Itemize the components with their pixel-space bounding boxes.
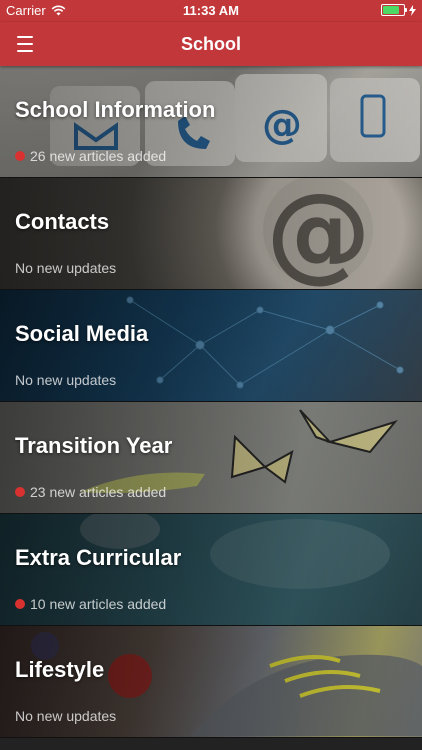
nav-bar: School: [0, 22, 422, 66]
item-subtitle: No new updates: [15, 260, 116, 276]
item-subtitle-text: No new updates: [15, 708, 117, 724]
new-badge-dot: [15, 151, 25, 161]
item-subtitle-text: 23 new articles added: [30, 484, 167, 500]
list-item-contacts[interactable]: @ Contacts No new updates: [0, 178, 422, 290]
item-title: Transition Year: [15, 433, 173, 458]
new-badge-dot: [15, 599, 25, 609]
item-title: Social Media: [15, 321, 149, 346]
item-subtitle: 26 new articles added: [15, 148, 166, 164]
item-subtitle-text: No new updates: [15, 260, 117, 276]
list-item-extra-curricular[interactable]: Extra Curricular 10 new articles added: [0, 514, 422, 626]
item-subtitle: 10 new articles added: [15, 596, 166, 612]
item-subtitle-text: 10 new articles added: [30, 596, 167, 612]
battery-group: [381, 4, 416, 16]
charging-bolt-icon: [409, 4, 416, 16]
item-subtitle: No new updates: [15, 372, 116, 388]
new-badge-dot: [15, 487, 25, 497]
item-subtitle-text: No new updates: [15, 372, 117, 388]
item-subtitle-text: 26 new articles added: [30, 148, 167, 164]
list-item-social-media[interactable]: Social Media No new updates: [0, 290, 422, 402]
item-title: School Information: [15, 97, 216, 122]
item-title: Contacts: [15, 209, 110, 234]
category-list: @ School Information 26 new articles add…: [0, 66, 422, 738]
item-subtitle: 23 new articles added: [15, 484, 166, 500]
item-title: Lifestyle: [15, 657, 105, 682]
page-title: School: [180, 34, 241, 54]
list-item-lifestyle[interactable]: Lifestyle No new updates: [0, 626, 422, 738]
list-item-school-information[interactable]: @ School Information 26 new articles add…: [0, 66, 422, 178]
item-subtitle: No new updates: [15, 708, 116, 724]
item-title: Extra Curricular: [15, 545, 182, 570]
status-time: 11:33 AM: [183, 3, 239, 18]
list-item-transition-year[interactable]: Transition Year 23 new articles added: [0, 402, 422, 514]
battery-icon: [381, 4, 407, 16]
status-bar: Carrier 11:33 AM: [0, 0, 422, 22]
